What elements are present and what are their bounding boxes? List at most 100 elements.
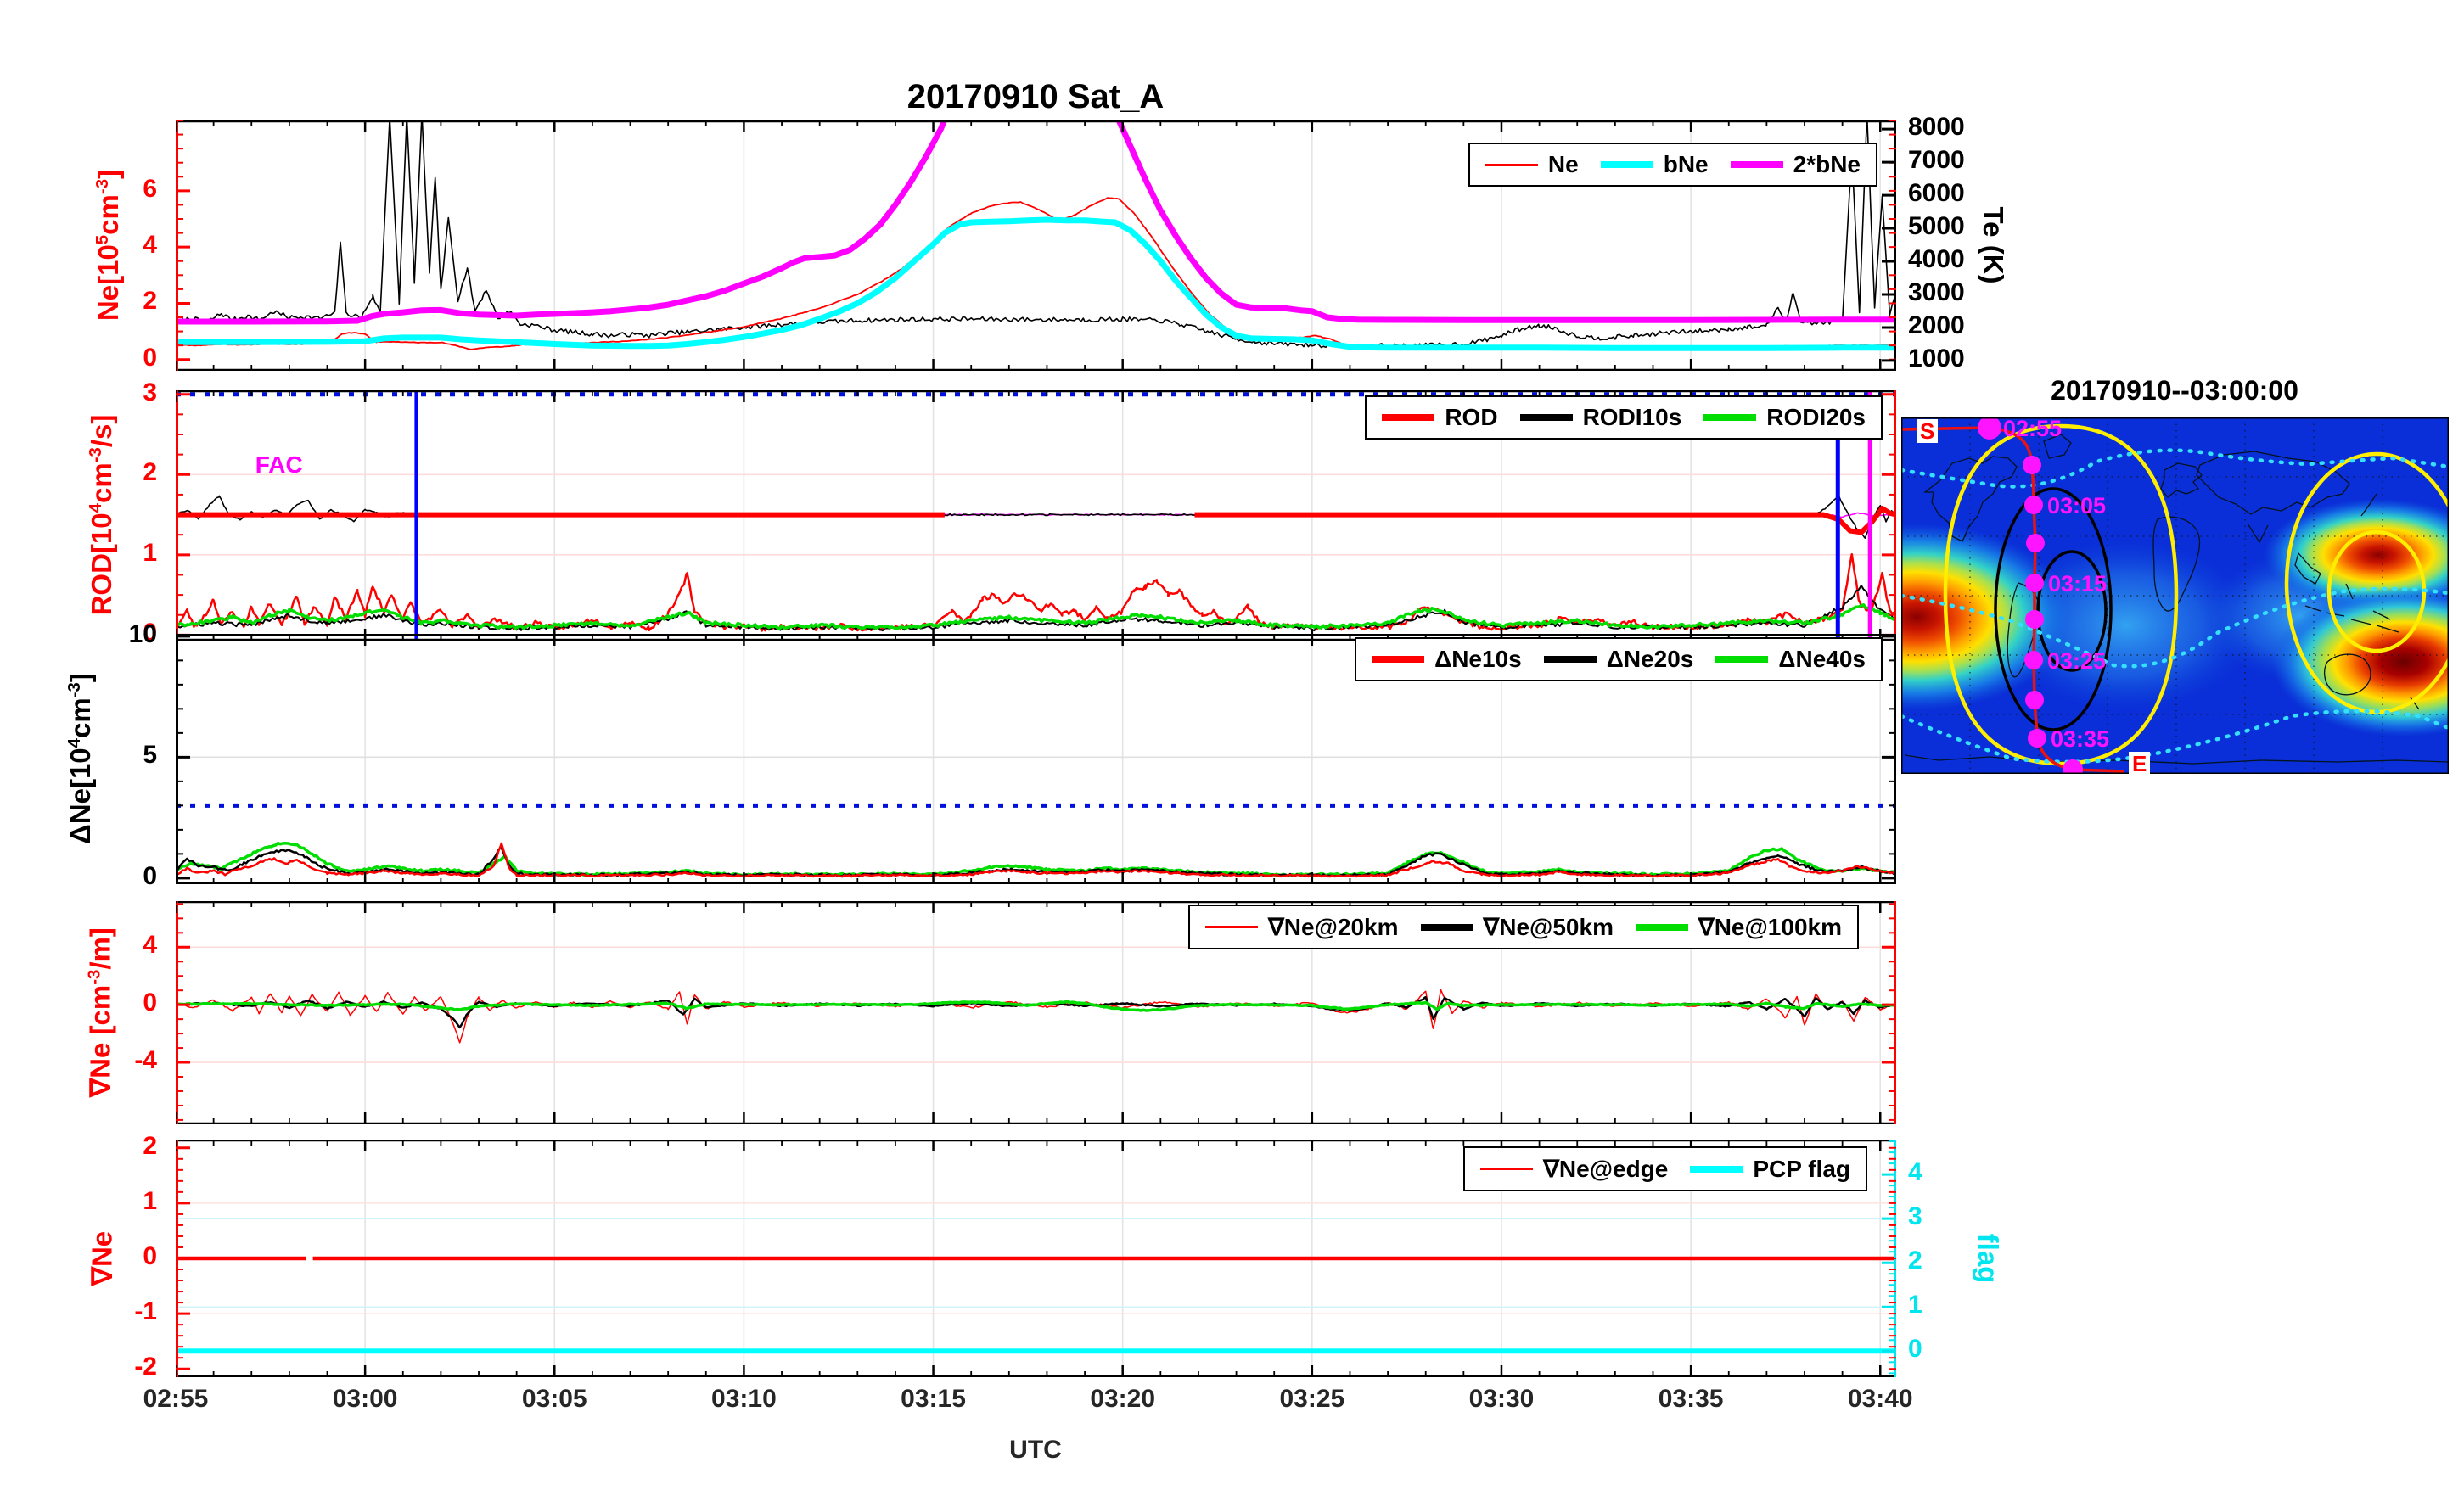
y-tick-label-right: 5000 — [1908, 212, 1965, 241]
y-tick-label-right: 8000 — [1908, 113, 1965, 142]
y-tick-label-right: 1000 — [1908, 344, 1965, 372]
y-tick-label: 0 — [143, 989, 157, 1017]
series-bne — [176, 216, 1896, 351]
legend-label: ∇Ne@50km — [1483, 914, 1614, 940]
y-tick-label-right: 1 — [1908, 1291, 1922, 1319]
y-tick-label: -4 — [134, 1046, 157, 1075]
y-tick-label: 6 — [143, 174, 157, 203]
y-tick-label: 3 — [143, 378, 157, 406]
track-time-label: 02:55 — [2003, 417, 2062, 441]
legend-line-sample — [1205, 926, 1259, 928]
legend-line-sample — [1600, 161, 1653, 168]
x-tick-label: 02:55 — [143, 1385, 209, 1413]
legend-item: ROD — [1382, 404, 1498, 431]
legend-label: ∇Ne@100km — [1698, 914, 1842, 940]
legend-label: bNe — [1663, 151, 1709, 177]
legend-line-sample — [1420, 923, 1473, 931]
legend-line-sample — [1715, 656, 1769, 663]
legend-panel-4: ∇Ne@edge PCP flag — [1463, 1146, 1867, 1191]
legend-item: PCP flag — [1690, 1156, 1850, 1183]
y-tick-label: 2 — [143, 287, 157, 316]
legend-line-sample — [1703, 414, 1757, 421]
y-tick-label-right: 3 — [1908, 1202, 1922, 1231]
x-tick-label: 03:15 — [901, 1385, 966, 1413]
map-end-label: E — [2129, 752, 2151, 776]
legend-item: ∇Ne@50km — [1420, 913, 1614, 941]
legend-item: RODI10s — [1519, 404, 1682, 431]
y-tick-label-right: 6000 — [1908, 179, 1965, 208]
legend-label: PCP flag — [1753, 1155, 1850, 1182]
legend-item: RODI20s — [1703, 404, 1866, 431]
y-tick-label: -1 — [134, 1297, 157, 1326]
map-start-label: S — [1917, 419, 1939, 443]
x-tick-label: 03:05 — [521, 1385, 587, 1413]
legend-item: bNe — [1600, 151, 1709, 178]
y-tick-label-right: 4000 — [1908, 245, 1965, 273]
series--ne-50km — [176, 995, 1896, 1029]
legend-line-sample — [1635, 923, 1688, 931]
legend-item: ΔNe20s — [1543, 646, 1693, 673]
track-dot — [2025, 610, 2044, 629]
legend-label: ΔNe40s — [1778, 646, 1866, 672]
legend-panel-0: Ne bNe 2*bNe — [1468, 143, 1877, 187]
track-dot — [2023, 456, 2041, 474]
legend-panel-3: ∇Ne@20km ∇Ne@50km ∇Ne@100km — [1188, 905, 1859, 949]
legend-label: ∇Ne@20km — [1268, 914, 1399, 940]
map-title: 20170910--03:00:00 — [2051, 375, 2298, 406]
series-rod-baseline — [176, 506, 1896, 535]
legend-label: ROD — [1445, 404, 1498, 430]
world-map-plot: 02:55 03:05 03:15 03:25 03:35 — [1901, 417, 2449, 774]
legend-label: Ne — [1547, 151, 1579, 177]
legend-line-sample — [1690, 1165, 1743, 1173]
x-tick-label: 03:25 — [1279, 1385, 1345, 1413]
y-tick-label: 4 — [143, 931, 157, 960]
track-dot — [2028, 729, 2046, 748]
track-dot — [2024, 651, 2043, 669]
legend-item: Ne — [1485, 151, 1579, 178]
annotation-fac: FAC — [255, 451, 303, 478]
legend-line-sample — [1372, 656, 1425, 663]
track-dot — [2026, 534, 2045, 552]
track-dot — [2025, 574, 2044, 592]
y-tick-label-right: 2000 — [1908, 311, 1965, 339]
figure-title: 20170910 Sat_A — [906, 78, 1165, 115]
y-tick-label: 4 — [143, 231, 157, 260]
legend-panel-1: ROD RODI10s RODI20s — [1365, 395, 1883, 440]
legend-item: ∇Ne@20km — [1205, 913, 1399, 941]
legend-line-sample — [1480, 1168, 1534, 1170]
track-dot — [2025, 691, 2044, 709]
legend-label: ΔNe10s — [1434, 646, 1522, 672]
y-tick-label: 1 — [143, 538, 157, 567]
legend-line-sample — [1543, 656, 1597, 663]
y-tick-label: 0 — [143, 861, 157, 890]
legend-line-sample — [1730, 161, 1783, 168]
y-tick-label: 1 — [143, 1186, 157, 1215]
legend-line-sample — [1382, 414, 1435, 421]
y-axis-label-rod: ROD[104cm-3/s] — [86, 414, 117, 616]
legend-item: ∇Ne@edge — [1480, 1155, 1668, 1183]
y-tick-label: 2 — [143, 1131, 157, 1160]
legend-label: ∇Ne@edge — [1543, 1156, 1669, 1182]
figure-root: 20170910 Sat_A Ne[105cm-3] ROD[104cm-3/s… — [0, 0, 2464, 1490]
legend-item: ΔNe10s — [1372, 646, 1522, 673]
track-dot — [2024, 496, 2043, 514]
x-axis-label-utc: UTC — [1009, 1436, 1062, 1464]
track-time-label: 03:25 — [2047, 648, 2106, 674]
track-time-label: 03:05 — [2047, 493, 2106, 518]
legend-item: ΔNe40s — [1715, 646, 1866, 673]
legend-item: 2*bNe — [1730, 151, 1861, 178]
legend-label: RODI10s — [1582, 404, 1682, 430]
track-time-label: 03:35 — [2051, 726, 2109, 752]
x-tick-label: 03:00 — [332, 1385, 398, 1413]
legend-panel-2: ΔNe10s ΔNe20s ΔNe40s — [1355, 637, 1883, 681]
legend-label: 2*bNe — [1793, 151, 1861, 177]
y-tick-label: 5 — [143, 741, 157, 770]
x-tick-label: 03:40 — [1847, 1385, 1913, 1413]
y-tick-label-right: 0 — [1908, 1335, 1922, 1364]
y-tick-label-right: 7000 — [1908, 146, 1965, 175]
y-tick-label: 10 — [128, 619, 157, 648]
y-tick-label-right: 3000 — [1908, 277, 1965, 306]
x-tick-label: 03:35 — [1658, 1385, 1724, 1413]
x-tick-label: 03:30 — [1468, 1385, 1535, 1413]
track-time-label: 03:15 — [2048, 571, 2107, 597]
